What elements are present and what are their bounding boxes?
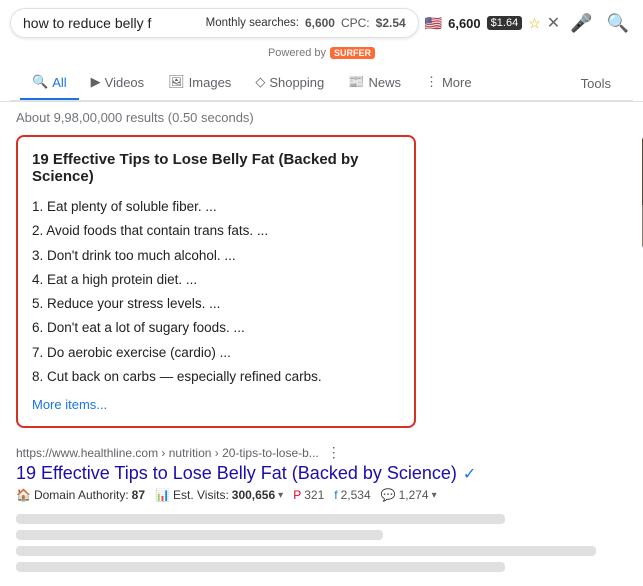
- news-tab-icon: 📰: [348, 74, 364, 90]
- surfer-logo: SURFER: [330, 47, 375, 59]
- tab-videos[interactable]: ▶ Videos: [79, 66, 157, 100]
- blurred-rows: [16, 514, 627, 572]
- nav-tabs: 🔍 All ▶ Videos 🖼 Images ◇ Shopping 📰 New…: [10, 66, 633, 101]
- microphone-icon[interactable]: 🎤: [566, 9, 596, 38]
- tab-shopping[interactable]: ◇ Shopping: [243, 66, 336, 100]
- cpc-label: CPC:: [341, 16, 370, 30]
- list-item: 4. Eat a high protein diet. ...: [32, 268, 400, 292]
- tab-images-label: Images: [189, 75, 232, 90]
- est-visits-badge: 📊 Est. Visits: 300,656 ▾: [155, 488, 283, 502]
- powered-by-text: Powered by: [268, 47, 326, 59]
- search-submit-icon[interactable]: 🔍: [603, 9, 633, 38]
- tab-all[interactable]: 🔍 All: [20, 66, 79, 100]
- list-item: 3. Don't drink too much alcohol. ...: [32, 244, 400, 268]
- comments-chevron-icon[interactable]: ▾: [432, 490, 437, 501]
- search-meta: Monthly searches: 6,600 CPC: $2.54: [206, 16, 406, 30]
- result-title[interactable]: 19 Effective Tips to Lose Belly Fat (Bac…: [16, 463, 627, 484]
- close-button[interactable]: ✕: [547, 13, 560, 33]
- domain-authority-badge: 🏠 Domain Authority: 87: [16, 488, 145, 502]
- domain-auth-value: 87: [132, 488, 145, 502]
- us-flag-icon: 🇺🇸: [425, 15, 442, 32]
- tab-videos-label: Videos: [105, 75, 145, 90]
- tab-more-label: More: [442, 75, 472, 90]
- blurred-row-3: [16, 546, 596, 556]
- result-url-text: https://www.healthline.com › nutrition ›…: [16, 446, 319, 460]
- all-tab-icon: 🔍: [32, 74, 48, 90]
- list-item: 5. Reduce your stress levels. ...: [32, 292, 400, 316]
- result-item: https://www.healthline.com › nutrition ›…: [16, 444, 627, 502]
- blurred-row-2: [16, 530, 383, 540]
- tab-news[interactable]: 📰 News: [336, 66, 413, 100]
- surfer-bar: Powered by SURFER: [10, 44, 633, 64]
- tools-button[interactable]: Tools: [569, 68, 623, 99]
- main-content: About 9,98,00,000 results (0.50 seconds)…: [0, 102, 643, 586]
- search-bar-container: how to reduce belly f Monthly searches: …: [0, 0, 643, 102]
- list-item: 2. Avoid foods that contain trans fats. …: [32, 219, 400, 243]
- more-items-link[interactable]: More items...: [32, 397, 107, 412]
- list-item: 1. Eat plenty of soluble fiber. ...: [32, 195, 400, 219]
- domain-icon: 🏠: [16, 488, 31, 502]
- facebook-icon: f: [334, 488, 337, 502]
- est-visits-label: Est. Visits:: [173, 488, 229, 502]
- comments-badge: 💬 1,274 ▾: [381, 488, 437, 502]
- images-tab-icon: 🖼: [168, 74, 185, 90]
- facebook-badge: f 2,534: [334, 488, 370, 502]
- comments-count: 1,274: [399, 488, 429, 502]
- est-visits-value: 300,656: [232, 488, 275, 502]
- domain-auth-label: Domain Authority:: [34, 488, 129, 502]
- shopping-tab-icon: ◇: [255, 74, 265, 90]
- tab-news-label: News: [368, 75, 401, 90]
- volume-number: 6,600: [448, 16, 481, 31]
- blurred-row-1: [16, 514, 505, 524]
- verified-icon: ✓: [463, 464, 476, 484]
- result-url: https://www.healthline.com › nutrition ›…: [16, 444, 627, 461]
- monthly-value: 6,600: [305, 16, 335, 30]
- result-meta-row: 🏠 Domain Authority: 87 📊 Est. Visits: 30…: [16, 488, 627, 502]
- snippet-title: 19 Effective Tips to Lose Belly Fat (Bac…: [32, 151, 400, 185]
- pinterest-icon: P: [293, 488, 301, 502]
- result-title-text: 19 Effective Tips to Lose Belly Fat (Bac…: [16, 463, 457, 484]
- list-item: 6. Don't eat a lot of sugary foods. ...: [32, 316, 400, 340]
- star-icon[interactable]: ☆: [528, 15, 541, 32]
- search-input-wrapper[interactable]: how to reduce belly f Monthly searches: …: [10, 8, 419, 38]
- more-tab-icon: ⋮: [425, 74, 438, 90]
- tab-more[interactable]: ⋮ More: [413, 66, 484, 100]
- blurred-row-4: [16, 562, 505, 572]
- cpc-value: $2.54: [376, 16, 406, 30]
- search-query-text: how to reduce belly f: [23, 15, 206, 31]
- visits-chevron-icon[interactable]: ▾: [278, 490, 283, 501]
- results-count: About 9,98,00,000 results (0.50 seconds): [16, 110, 627, 125]
- pinterest-count: 321: [304, 488, 324, 502]
- comment-icon: 💬: [381, 488, 396, 502]
- featured-snippet: 19 Effective Tips to Lose Belly Fat (Bac…: [16, 135, 416, 428]
- pinterest-badge: P 321: [293, 488, 324, 502]
- tab-images[interactable]: 🖼 Images: [156, 66, 243, 100]
- list-item: 7. Do aerobic exercise (cardio) ...: [32, 341, 400, 365]
- monthly-label: Monthly searches:: [206, 17, 299, 29]
- tab-shopping-label: Shopping: [269, 75, 324, 90]
- tab-all-label: All: [52, 75, 66, 90]
- snippet-list: 1. Eat plenty of soluble fiber. ... 2. A…: [32, 195, 400, 389]
- list-item: 8. Cut back on carbs — especially refine…: [32, 365, 400, 389]
- facebook-count: 2,534: [341, 488, 371, 502]
- result-options-icon[interactable]: ⋮: [327, 444, 341, 461]
- visits-icon: 📊: [155, 488, 170, 502]
- cpc-badge: $1.64: [487, 16, 523, 30]
- videos-tab-icon: ▶: [91, 74, 101, 90]
